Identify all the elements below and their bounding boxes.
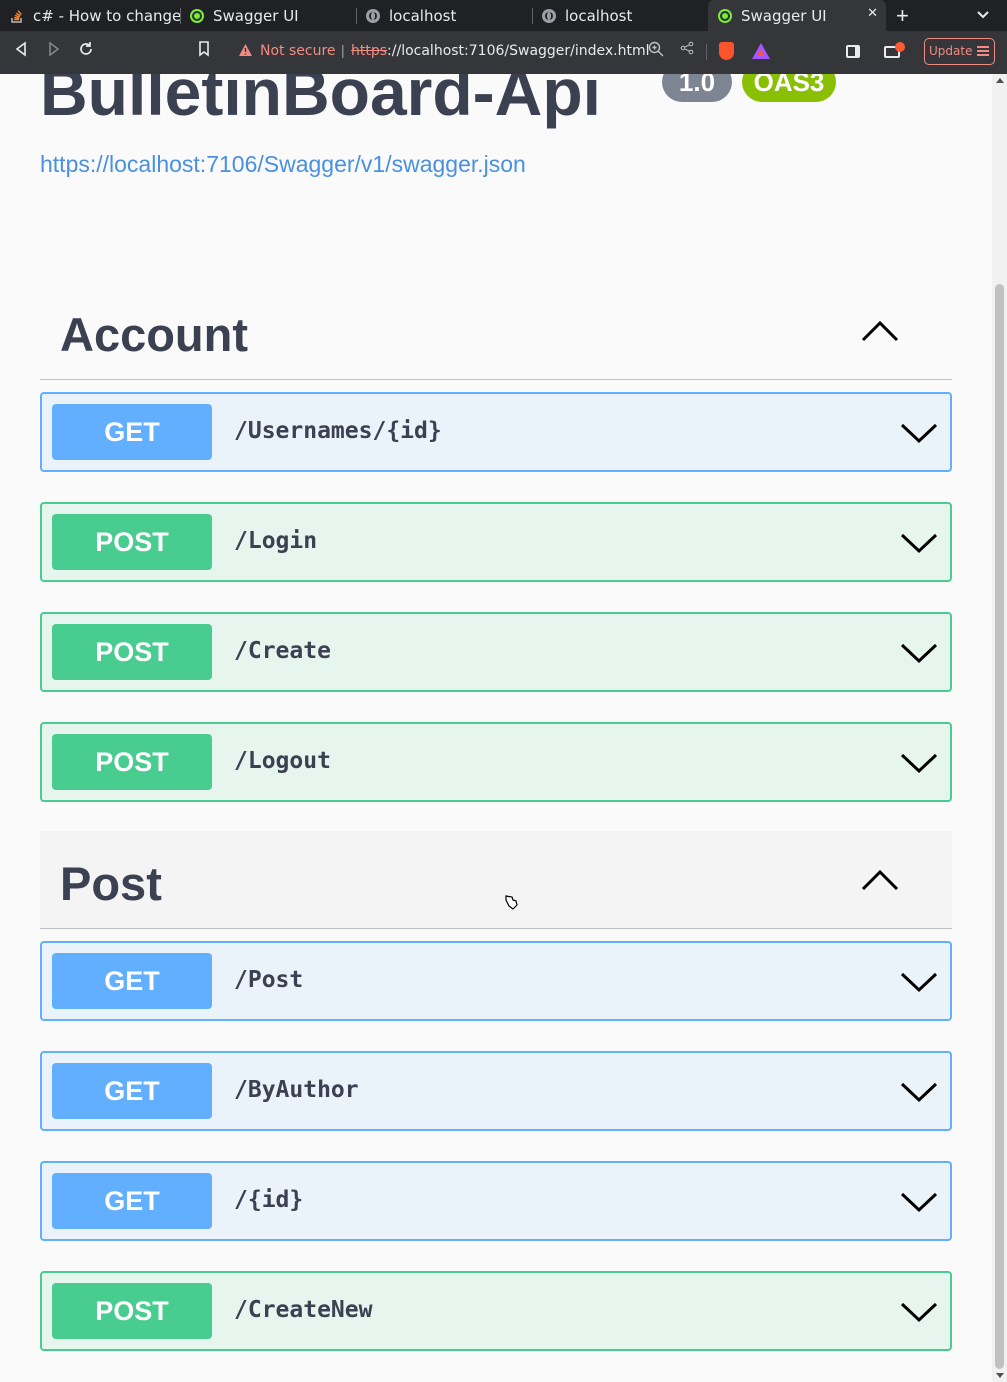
- version-badge: 1.0: [662, 74, 732, 102]
- update-label: Update: [929, 44, 973, 58]
- tab-search-chevron-icon[interactable]: [977, 6, 989, 22]
- scroll-up-arrow-icon[interactable]: [996, 78, 1004, 83]
- browser-toolbar: Not secure | https://localhost:7106/Swag…: [0, 31, 1007, 74]
- operation-post-logout[interactable]: POST /Logout: [40, 722, 952, 802]
- stackoverflow-icon: [10, 9, 24, 23]
- operation-path: /Usernames/{id}: [234, 418, 442, 444]
- tag-name: Account: [60, 308, 248, 361]
- operation-path: /Post: [234, 967, 304, 993]
- tab-swagger-active[interactable]: Swagger UI ✕: [708, 0, 886, 31]
- operation-post-login[interactable]: POST /Login: [40, 502, 952, 582]
- operation-path: /Login: [234, 528, 318, 554]
- method-badge: POST: [52, 514, 212, 570]
- spec-link[interactable]: https://localhost:7106/Swagger/v1/swagge…: [40, 151, 526, 178]
- url-divider: [706, 44, 707, 60]
- url-scheme: https: [351, 43, 388, 59]
- sidebar-toggle-icon[interactable]: [846, 45, 860, 58]
- chevron-down-icon[interactable]: [900, 420, 938, 444]
- operation-get-id[interactable]: GET /{id}: [40, 1161, 952, 1241]
- operation-get-usernames-id[interactable]: GET /Usernames/{id}: [40, 392, 952, 472]
- tag-name: Post: [60, 857, 162, 910]
- chevron-down-icon[interactable]: [900, 1299, 938, 1323]
- page-scrollbar[interactable]: [992, 74, 1007, 1382]
- method-badge: POST: [52, 1283, 212, 1339]
- operation-path: /CreateNew: [234, 1297, 373, 1323]
- tab-title: localhost: [389, 6, 457, 25]
- brave-rewards-icon[interactable]: [752, 43, 770, 59]
- url-rest: ://localhost:7106/Swagger/index.html: [387, 43, 650, 59]
- address-bar[interactable]: Not secure | https://localhost:7106/Swag…: [192, 37, 712, 67]
- operation-get-post[interactable]: GET /Post: [40, 941, 952, 1021]
- operation-path: /Logout: [234, 748, 331, 774]
- operation-post-createnew[interactable]: POST /CreateNew: [40, 1271, 952, 1351]
- tab-title: c# - How to change: [33, 6, 180, 25]
- method-badge: GET: [52, 1173, 212, 1229]
- tag-header-post[interactable]: Post: [40, 831, 952, 929]
- chevron-down-icon[interactable]: [900, 750, 938, 774]
- method-badge: GET: [52, 404, 212, 460]
- update-button[interactable]: Update: [924, 38, 995, 65]
- chevron-up-icon[interactable]: [860, 318, 900, 344]
- chevron-up-icon[interactable]: [860, 867, 900, 893]
- forward-icon[interactable]: [47, 41, 61, 63]
- brave-shields-icon[interactable]: [719, 42, 734, 60]
- tab-title: localhost: [565, 6, 633, 25]
- method-badge: POST: [52, 734, 212, 790]
- hand-cursor-icon: [505, 895, 518, 910]
- globe-icon: [366, 8, 380, 23]
- tab-swagger-1[interactable]: Swagger UI: [180, 0, 356, 31]
- swagger-icon: [718, 8, 732, 23]
- oas-badge: OAS3: [742, 74, 836, 102]
- tab-stackoverflow[interactable]: c# - How to change: [0, 0, 180, 31]
- chevron-down-icon[interactable]: [900, 640, 938, 664]
- tab-title: Swagger UI: [741, 6, 827, 25]
- method-badge: POST: [52, 624, 212, 680]
- operation-path: /ByAuthor: [234, 1077, 359, 1103]
- share-icon[interactable]: [680, 41, 694, 59]
- menu-icon: [977, 46, 989, 56]
- warning-icon: [238, 43, 253, 60]
- operation-path: /Create: [234, 638, 331, 664]
- new-tab-button[interactable]: +: [896, 0, 909, 31]
- close-tab-icon[interactable]: ✕: [867, 6, 878, 21]
- tag-header-account[interactable]: Account: [40, 282, 952, 380]
- swagger-icon: [190, 8, 204, 23]
- tag-section-post: Post GET /Post GET /ByAuthor GET /{id} P…: [40, 831, 952, 1351]
- scroll-thumb[interactable]: [995, 284, 1004, 1369]
- tag-section-account: Account GET /Usernames/{id} POST /Login …: [40, 282, 952, 802]
- chevron-down-icon[interactable]: [900, 1079, 938, 1103]
- operation-post-create[interactable]: POST /Create: [40, 612, 952, 692]
- globe-icon: [542, 8, 556, 23]
- security-label[interactable]: Not secure: [260, 43, 336, 59]
- notification-dot: [895, 42, 905, 52]
- chevron-down-icon[interactable]: [900, 969, 938, 993]
- swagger-page: BulletinBoard-Api 1.0 OAS3 https://local…: [0, 74, 992, 1382]
- method-badge: GET: [52, 1063, 212, 1119]
- scroll-down-arrow-icon[interactable]: [996, 1373, 1004, 1378]
- reload-icon[interactable]: [78, 41, 94, 63]
- chevron-down-icon[interactable]: [900, 530, 938, 554]
- operation-path: /{id}: [234, 1187, 304, 1213]
- tab-title: Swagger UI: [213, 6, 299, 25]
- tab-localhost-1[interactable]: localhost: [356, 0, 532, 31]
- url-text[interactable]: https://localhost:7106/Swagger/index.htm…: [351, 43, 650, 59]
- chevron-down-icon[interactable]: [900, 1189, 938, 1213]
- method-badge: GET: [52, 953, 212, 1009]
- api-title: BulletinBoard-Api: [40, 74, 601, 129]
- url-separator: |: [341, 42, 345, 58]
- tab-localhost-2[interactable]: localhost: [532, 0, 708, 31]
- tab-strip: c# - How to change Swagger UI localhost …: [0, 0, 1007, 31]
- operation-get-byauthor[interactable]: GET /ByAuthor: [40, 1051, 952, 1131]
- back-icon[interactable]: [14, 41, 28, 63]
- zoom-icon[interactable]: [648, 41, 664, 61]
